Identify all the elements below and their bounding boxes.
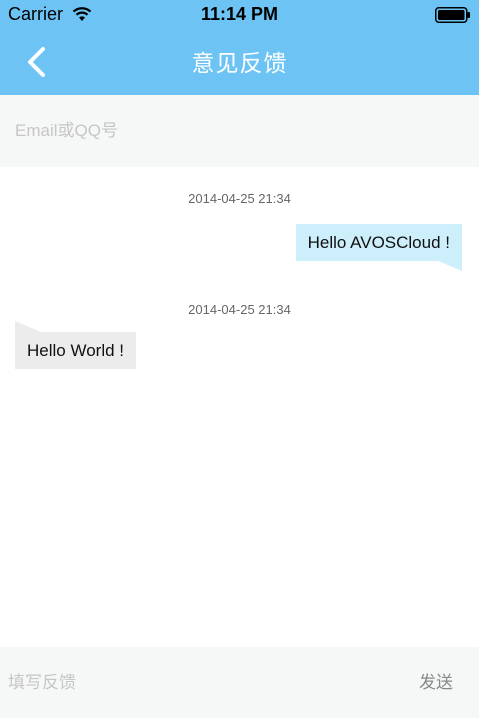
send-button[interactable]: 发送 — [419, 647, 453, 718]
status-time: 11:14 PM — [200, 4, 279, 24]
outgoing-bubble-tail — [436, 260, 462, 271]
outgoing-message-bubble: Hello AVOSCloud ! — [295, 224, 462, 261]
feedback-screen: Carrier 11:14 PM 意见反馈 2014-04-25 21:34 H… — [0, 0, 479, 718]
battery-icon — [435, 7, 470, 23]
message-timestamp: 2014-04-25 21:34 — [188, 302, 291, 317]
email-bar — [0, 95, 479, 167]
incoming-bubble-tail — [15, 321, 41, 332]
page-title: 意见反馈 — [191, 50, 288, 76]
top-bar: Carrier 11:14 PM 意见反馈 — [0, 0, 479, 95]
message-timestamp: 2014-04-25 21:34 — [188, 191, 291, 206]
feedback-input[interactable] — [0, 647, 390, 718]
email-qq-field[interactable] — [0, 95, 479, 167]
incoming-message-bubble: Hello World ! — [15, 332, 136, 369]
feedback-input-bar: 发送 — [0, 647, 479, 718]
